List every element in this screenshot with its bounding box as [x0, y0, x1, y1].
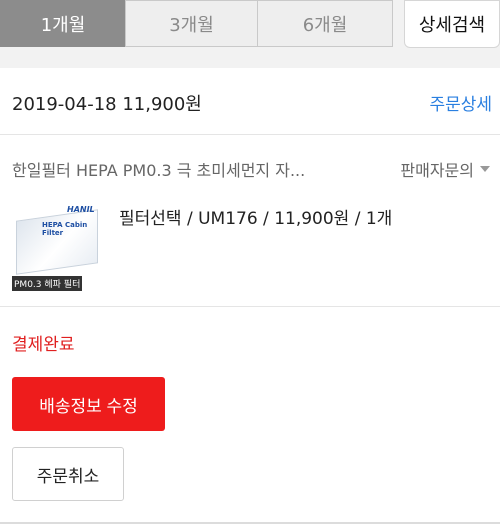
- order-detail-link[interactable]: 주문상세: [429, 90, 492, 115]
- product-thumbnail[interactable]: HANIL HEPA Cabin Filter PM0.3 헤파 필터: [12, 203, 100, 291]
- tab-3-months[interactable]: 3개월: [125, 0, 258, 47]
- cancel-order-button[interactable]: 주문취소: [12, 447, 124, 501]
- product-option: 필터선택 / UM176 / 11,900원 / 1개: [119, 209, 393, 229]
- product-box-text: HEPA Cabin Filter: [42, 221, 88, 237]
- product-name[interactable]: 한일필터 HEPA PM0.3 극 초미세먼지 자...: [12, 157, 362, 181]
- tab-6-months[interactable]: 6개월: [257, 0, 393, 47]
- brand-logo: HANIL: [67, 205, 95, 214]
- order-status: 결제완료: [12, 335, 75, 355]
- thumbnail-caption: PM0.3 헤파 필터: [12, 276, 83, 291]
- order-card: 2019-04-18 11,900원 주문상세 한일필터 HEPA PM0.3 …: [0, 68, 500, 524]
- edit-shipping-info-button[interactable]: 배송정보 수정: [12, 377, 165, 431]
- order-date-amount: 2019-04-18 11,900원: [12, 94, 202, 115]
- seller-inquiry-dropdown[interactable]: 판매자문의: [400, 157, 490, 181]
- period-filter-bar: 1개월 3개월 6개월 상세검색: [0, 0, 500, 54]
- detail-search-button[interactable]: 상세검색: [404, 0, 500, 48]
- order-header: 2019-04-18 11,900원 주문상세: [0, 68, 500, 135]
- seller-inquiry-label: 판매자문의: [400, 161, 474, 180]
- filter-box-image: [16, 209, 98, 275]
- tab-1-month[interactable]: 1개월: [0, 0, 126, 47]
- caret-down-icon: [480, 166, 490, 172]
